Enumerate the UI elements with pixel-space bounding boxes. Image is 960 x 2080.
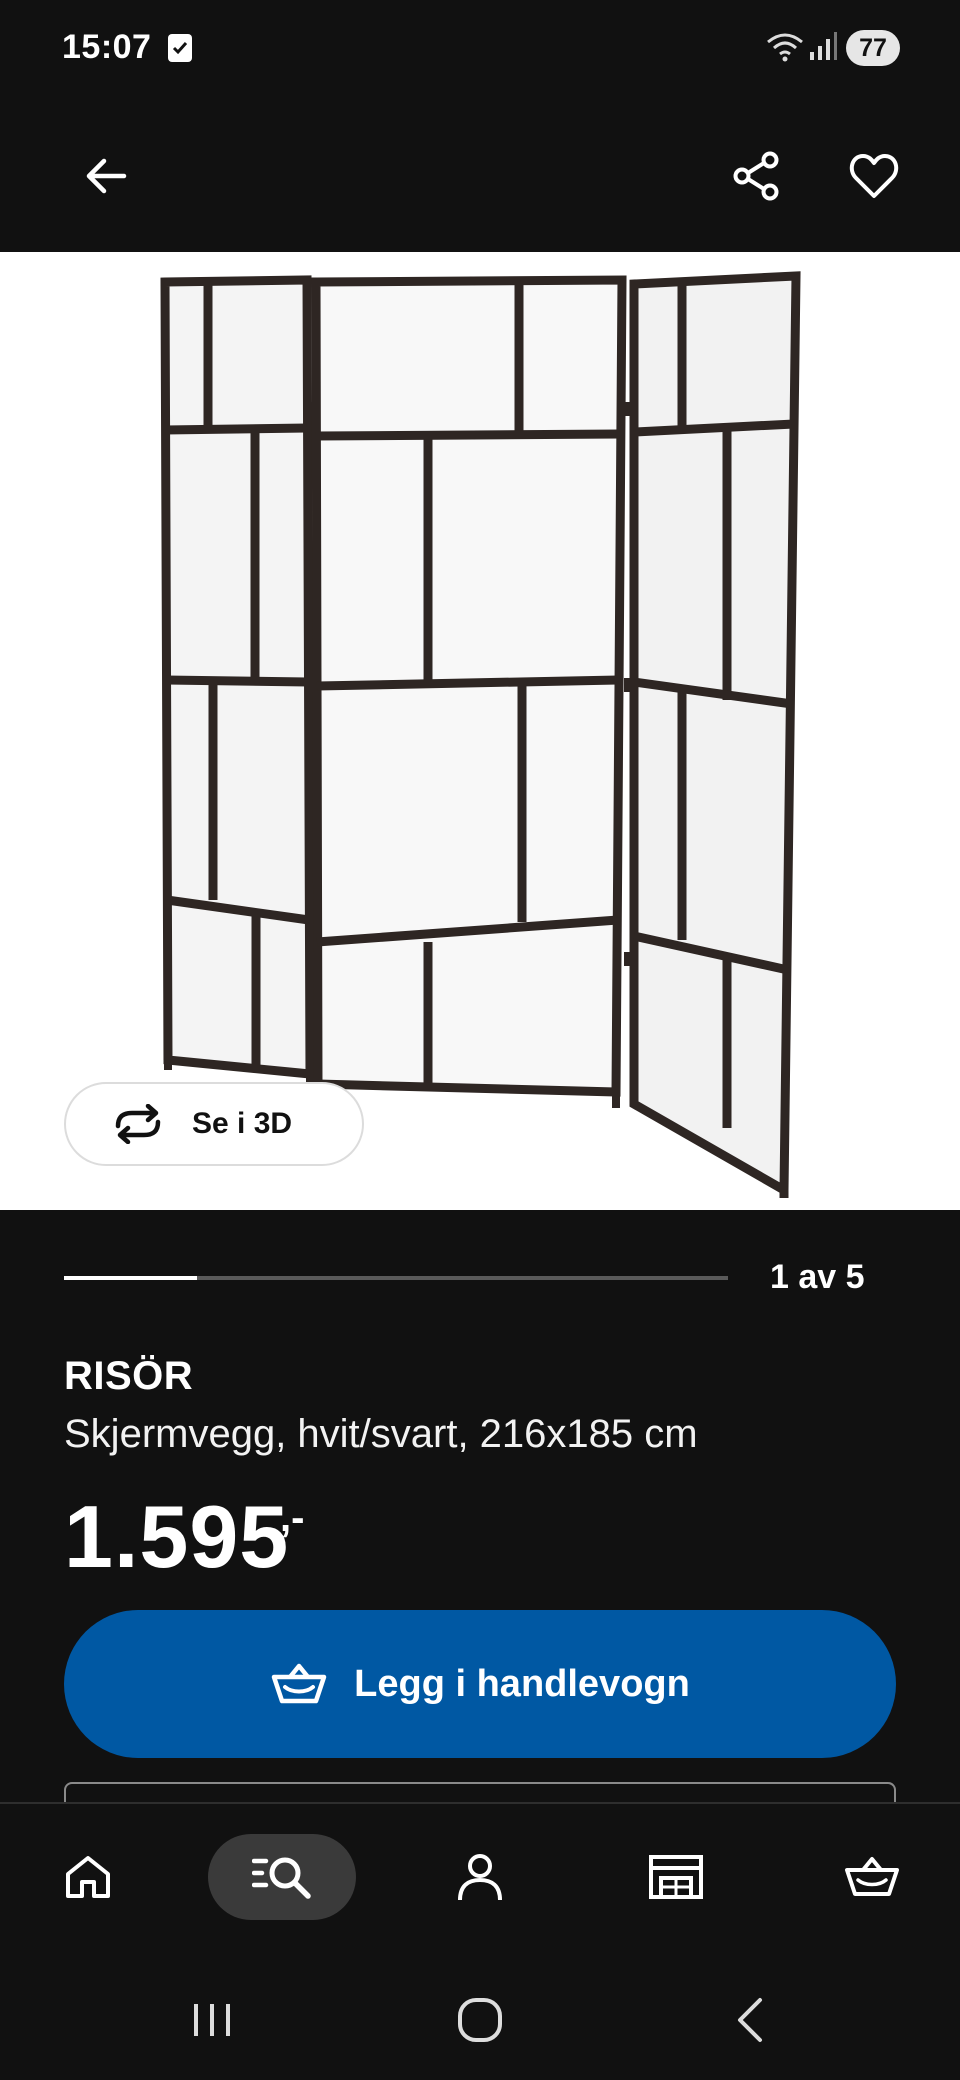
status-bar: 15:07 77 [0, 0, 960, 100]
system-back-button[interactable] [710, 1990, 790, 2050]
share-icon [733, 151, 779, 201]
add-to-cart-button[interactable]: Legg i handlevogn [64, 1610, 896, 1758]
search-icon [252, 1857, 311, 1899]
checkbox-notification-icon [168, 34, 192, 62]
cart-icon [845, 1857, 899, 1896]
product-image [160, 271, 801, 1198]
price-suffix: ,- [280, 1496, 305, 1540]
cart-icon [271, 1663, 327, 1704]
rotate-3d-icon [115, 1104, 161, 1144]
back-arrow-icon [86, 158, 127, 194]
heart-icon [849, 154, 899, 198]
gallery-progress-fill [64, 1276, 197, 1280]
nav-search[interactable] [208, 1834, 356, 1920]
gallery-page-count: 1 av 5 [770, 1258, 865, 1296]
product-name: RISÖR [64, 1354, 194, 1398]
recents-button[interactable] [172, 1990, 252, 2050]
profile-icon [458, 1854, 502, 1901]
favorite-button[interactable] [838, 140, 910, 212]
back-chevron-icon [738, 1998, 762, 2042]
nav-cart[interactable] [798, 1834, 946, 1920]
system-navigation-bar [0, 1950, 960, 2080]
share-button[interactable] [720, 140, 792, 212]
nav-home[interactable] [14, 1834, 162, 1920]
nav-profile[interactable] [406, 1834, 554, 1920]
signal-icon [808, 30, 838, 67]
product-image-gallery[interactable]: Se i 3D [0, 252, 960, 1210]
see-in-3d-button[interactable]: Se i 3D [64, 1082, 364, 1166]
recents-icon [194, 2004, 230, 2036]
gallery-progress-bar [64, 1276, 728, 1280]
product-price: 1.595 [64, 1487, 290, 1586]
system-home-button[interactable] [440, 1990, 520, 2050]
bottom-navigation [0, 1802, 960, 1950]
top-app-bar [0, 100, 960, 252]
product-description: Skjermvegg, hvit/svart, 216x185 cm [64, 1412, 698, 1456]
see-in-3d-label: Se i 3D [192, 1107, 293, 1140]
battery-indicator: 77 [846, 30, 900, 66]
home-icon [66, 1856, 110, 1898]
store-icon [649, 1855, 703, 1899]
add-to-cart-label: Legg i handlevogn [354, 1662, 690, 1705]
nav-stores[interactable] [602, 1834, 750, 1920]
home-circle-icon [458, 1998, 502, 2042]
back-button[interactable] [70, 140, 142, 212]
status-time: 15:07 [62, 28, 152, 66]
wifi-icon [766, 32, 804, 67]
